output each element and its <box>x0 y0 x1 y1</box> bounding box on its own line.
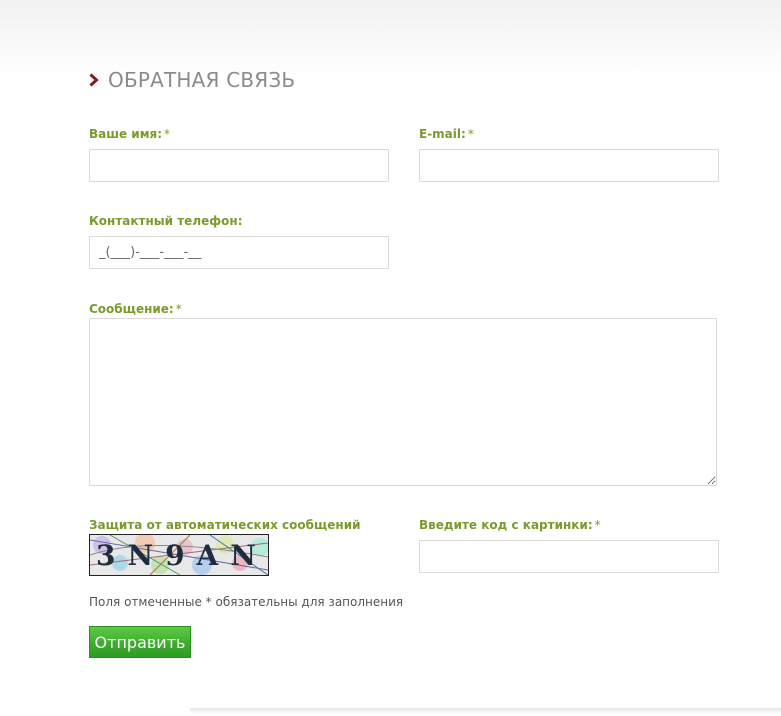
message-textarea[interactable] <box>89 318 717 486</box>
required-mark: * <box>164 127 171 141</box>
captcha-text: 3N9AN <box>96 539 268 572</box>
chevron-right-icon <box>89 73 99 87</box>
submit-button[interactable]: Отправить <box>89 626 191 658</box>
email-input[interactable] <box>419 149 719 182</box>
name-input[interactable] <box>89 149 389 182</box>
name-label: Ваше имя: * <box>89 127 171 141</box>
feedback-page: ОБРАТНАЯ СВЯЗЬ Ваше имя: * E-mail: * Конта… <box>0 0 781 716</box>
phone-input[interactable] <box>89 236 389 269</box>
captcha-code-label: Введите код с картинки: * <box>419 518 601 532</box>
captcha-noise: 3N9AN <box>90 535 268 575</box>
captcha-code-input[interactable] <box>419 540 719 573</box>
required-mark: * <box>594 518 601 532</box>
required-mark: * <box>175 302 182 316</box>
page-title-text: ОБРАТНАЯ СВЯЗЬ <box>108 68 296 92</box>
page-title: ОБРАТНАЯ СВЯЗЬ <box>89 68 295 92</box>
bottom-divider <box>190 708 781 714</box>
captcha-image: 3N9AN <box>89 534 269 576</box>
email-label: E-mail: * <box>419 127 474 141</box>
captcha-label: Защита от автоматических сообщений <box>89 518 361 532</box>
phone-label: Контактный телефон: <box>89 214 243 228</box>
message-label: Сообщение: * <box>89 302 182 316</box>
required-mark: * <box>467 127 474 141</box>
required-fields-note: Поля отмеченные * обязательны для заполн… <box>89 595 404 609</box>
